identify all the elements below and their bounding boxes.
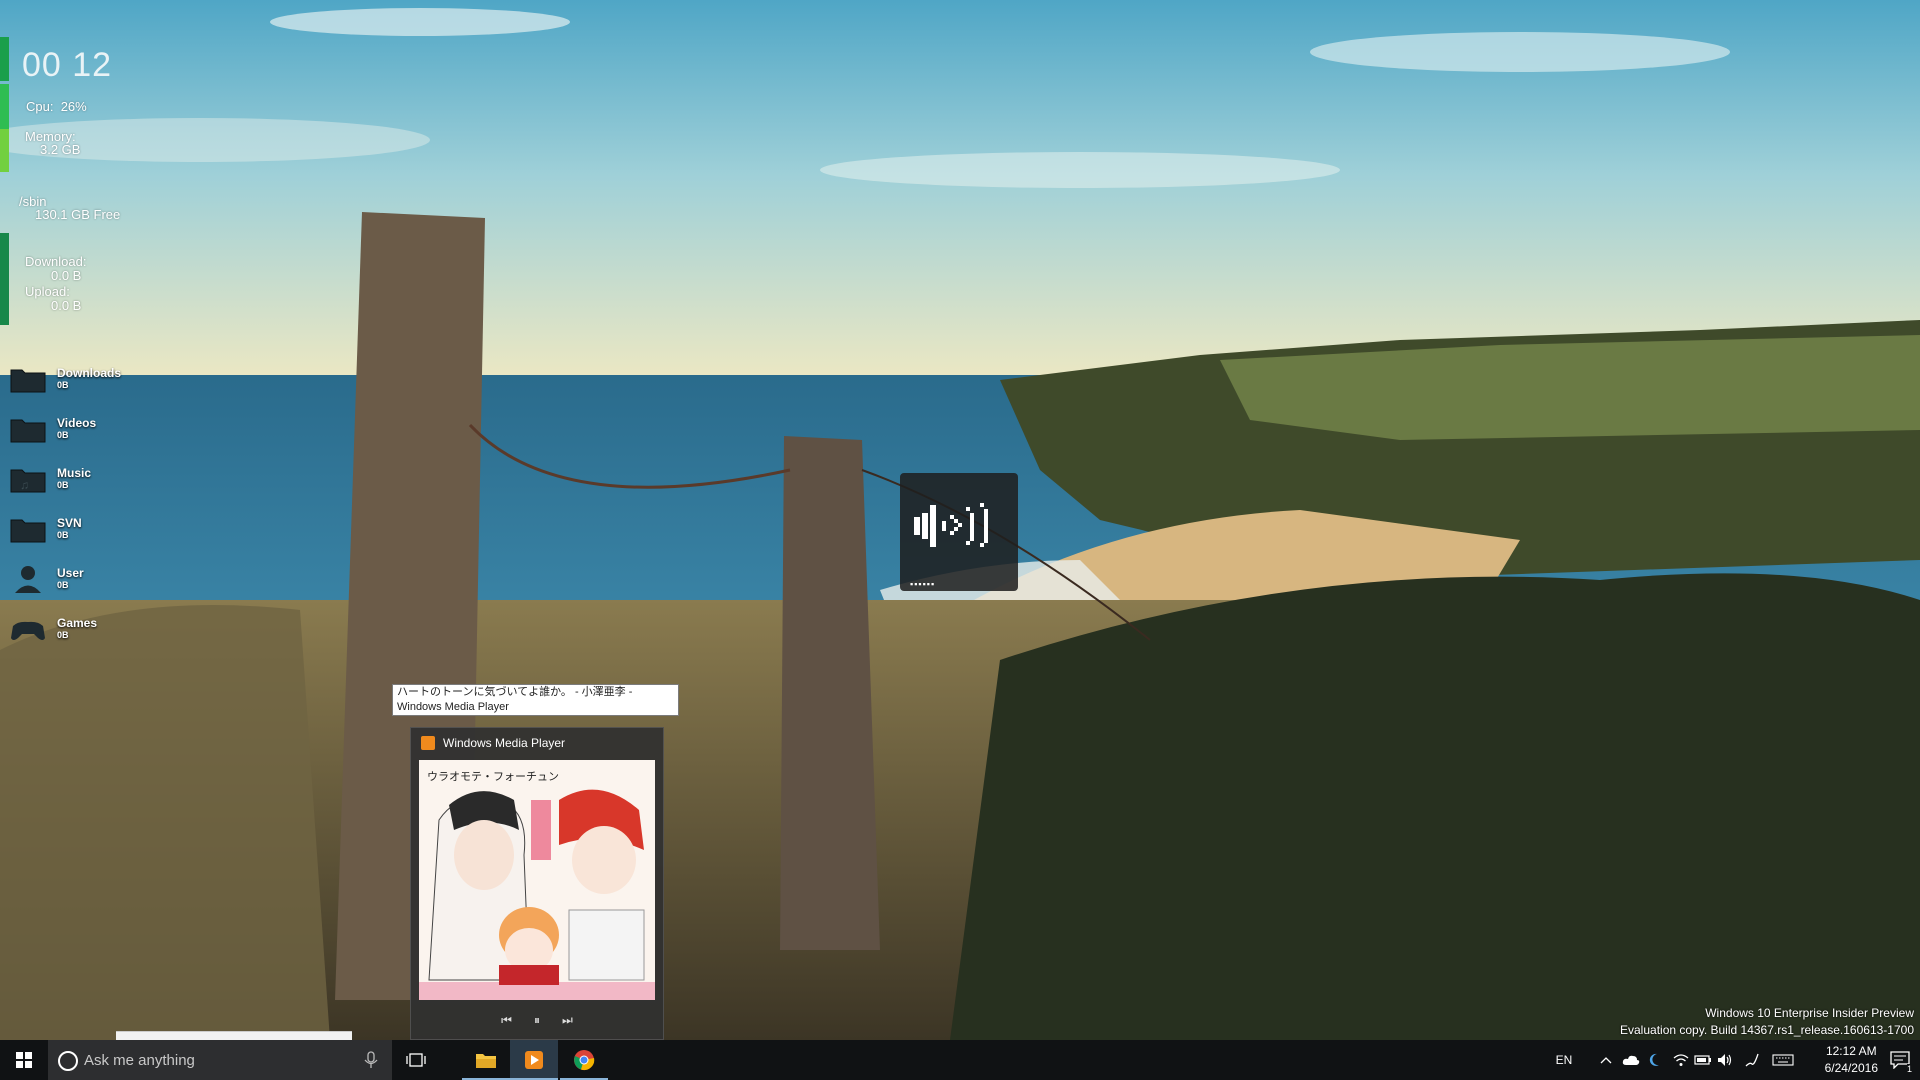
folder-icon [10,519,46,543]
touch-keyboard-icon[interactable] [1768,1040,1798,1080]
taskbar: Ask me anything EN 12:12 AM 6/24/2016 1 [0,1040,1920,1080]
previous-track-button[interactable]: ⏮ [496,1010,518,1030]
cpu-accent-bar [0,84,9,129]
shortcut-size: 0B [57,430,69,440]
memory-value: 3.2 GB [40,142,81,157]
network-accent-bar [0,233,9,325]
taskbar-file-explorer[interactable] [462,1040,510,1080]
taskbar-tooltip: ハートのトーンに気づいてよ誰か。 - 小澤亜李 - Windows Media … [392,684,679,716]
flyout-title: Windows Media Player [443,736,566,750]
volume-level-indicator: ▪▪▪▪▪▪ [910,579,936,589]
windows-logo-icon [16,1052,32,1068]
speaker-volume-icon[interactable] [1714,1040,1736,1080]
watermark-build: Evaluation copy. Build 14367.rs1_release… [1620,1023,1914,1037]
media-player-thumbnail-flyout[interactable]: Windows Media Player ウラオモテ・フォーチュン ⏮ ⏸ ⏭ [410,727,664,1040]
folder-icon [476,1054,496,1068]
album-title: ウラオモテ・フォーチュン [427,771,559,783]
svg-text:♫: ♫ [20,478,29,492]
folder-icon: ♫ [10,469,46,493]
wifi-icon[interactable] [1670,1040,1692,1080]
media-controls: ⏮ ⏸ ⏭ [411,1010,663,1032]
shortcut-downloads[interactable]: Downloads 0B [10,362,140,402]
shortcut-size: 0B [57,580,69,590]
taskbar-windows-media-player[interactable] [510,1040,558,1080]
microphone-icon[interactable] [362,1051,380,1069]
taskbar-chrome[interactable] [560,1040,608,1080]
task-view-button[interactable] [392,1040,440,1080]
shortcut-videos[interactable]: Videos 0B [10,412,140,452]
cpu-label: Cpu: 26% [26,99,87,114]
folder-icon [10,419,46,443]
shortcut-size: 0B [57,480,69,490]
media-player-icon [525,1051,543,1069]
memory-accent-bar [0,129,9,172]
pen-workspace-icon[interactable] [1740,1040,1764,1080]
shortcut-label: User [57,566,84,580]
onedrive-icon[interactable] [1620,1040,1642,1080]
shortcut-svn[interactable]: SVN 0B [10,512,140,552]
user-icon [15,566,41,593]
build-watermark: Windows 10 Enterprise Insider Preview Ev… [1620,1005,1914,1039]
gamepad-icon [11,621,45,640]
disk-free: 130.1 GB Free [35,207,121,222]
night-mode-moon-icon[interactable] [1644,1040,1664,1080]
watermark-edition: Windows 10 Enterprise Insider Preview [1705,1006,1914,1020]
download-label: Download: [25,254,87,269]
shortcut-games[interactable]: Games 0B [10,612,140,652]
download-value: 0.0 B [51,268,82,283]
notification-count-badge: 1 [1906,1064,1912,1074]
shortcut-user[interactable]: User 0B [10,562,140,602]
show-hidden-icons-chevron-icon[interactable] [1596,1040,1616,1080]
upload-label: Upload: [25,284,70,299]
volume-osd: ▪▪▪▪▪▪ [900,473,1018,591]
shortcut-size: 0B [57,380,69,390]
task-view-icon [406,1053,426,1067]
cortana-search-box[interactable]: Ask me anything [48,1040,392,1080]
clock-display: 00 12 [22,46,113,84]
media-player-icon [421,736,435,750]
battery-icon[interactable] [1692,1040,1714,1080]
pause-button[interactable]: ⏸ [526,1010,548,1030]
shortcut-label: SVN [57,516,82,530]
taskbar-date: 6/24/2016 [1824,1061,1878,1075]
shortcut-label: Games [57,616,98,630]
cpu-label-text: Cpu: [26,99,54,114]
input-language-indicator[interactable]: EN [1544,1040,1584,1080]
taskbar-clock[interactable]: 12:12 AM 6/24/2016 [1825,1043,1878,1077]
album-cover-image [419,760,655,1000]
next-track-button[interactable]: ⏭ [556,1010,578,1030]
shortcut-music[interactable]: ♫ Music 0B [10,462,140,502]
shortcut-label: Videos [57,416,97,430]
cortana-icon [58,1051,78,1071]
chrome-icon [574,1050,595,1071]
shortcut-size: 0B [57,530,69,540]
album-art[interactable]: ウラオモテ・フォーチュン [419,760,655,1000]
search-placeholder: Ask me anything [84,1052,195,1069]
accent-bar [0,37,9,81]
upload-value: 0.0 B [51,298,82,313]
shortcut-label: Music [57,466,92,480]
action-center-button[interactable]: 1 [1880,1040,1920,1080]
cpu-value: 26% [60,99,87,114]
speaker-volume-icon [914,503,988,547]
folder-icon [10,369,46,393]
taskbar-time: 12:12 AM [1825,1044,1877,1058]
shortcut-size: 0B [57,630,69,640]
shortcut-label: Downloads [57,366,122,380]
start-button[interactable] [0,1040,48,1080]
